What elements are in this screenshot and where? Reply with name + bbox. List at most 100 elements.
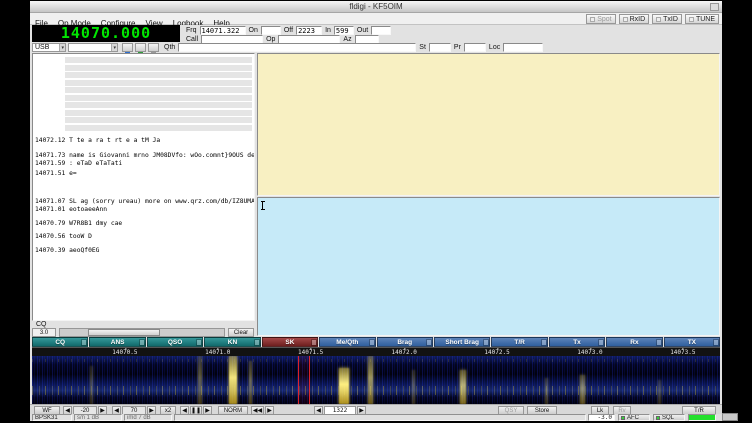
macro-11-rx-button[interactable]: Rx: [606, 337, 662, 347]
macro-2-ans-button[interactable]: ANS: [89, 337, 145, 347]
frequency-panel: 14070.000 Frq14071.322OnOff2223In599Out …: [30, 25, 722, 53]
waterfall-cursor[interactable]: [298, 356, 310, 404]
browser-line[interactable]: 14070.39 aeoQf0EG: [35, 247, 254, 254]
signal-trace: [339, 368, 349, 404]
signal-progress-bar: [688, 414, 716, 421]
browser-squelch-spinner[interactable]: 3.0: [32, 328, 56, 337]
browser-empty-row[interactable]: [65, 80, 252, 86]
signal-trace: [229, 356, 237, 404]
waterfall-display[interactable]: [32, 356, 720, 404]
waterfall-speckle-top: [32, 359, 720, 362]
waterfall-frequency-scale: 14070.514071.014071.514072.014072.514073…: [32, 347, 720, 356]
in-field[interactable]: 599: [334, 26, 354, 35]
out-label: Out: [357, 27, 368, 34]
signal-trace: [90, 366, 93, 404]
macro-3-qso-button[interactable]: QSO: [147, 337, 203, 347]
loc-field[interactable]: [503, 43, 543, 52]
txid-button[interactable]: TxID: [652, 14, 682, 24]
macro-12-tx-button[interactable]: TX: [664, 337, 720, 347]
macro-6-me-qth-button[interactable]: Me/Qth: [319, 337, 375, 347]
out-field[interactable]: [371, 26, 391, 35]
squelch-level-value[interactable]: -3.0: [588, 414, 615, 421]
browser-line[interactable]: 14071.73 name is Giovanni mrno JM08DVfo:…: [35, 152, 254, 159]
scale-mark: 14071.0: [205, 349, 230, 356]
browser-line[interactable]: 14070.79 W7R8B1 dmy cae: [35, 220, 254, 227]
browser-empty-row[interactable]: [65, 95, 252, 101]
rx-text-pane[interactable]: [257, 53, 720, 196]
slider-thumb[interactable]: [88, 329, 160, 336]
scale-mark: 14072.0: [392, 349, 417, 356]
browser-empty-row[interactable]: [65, 110, 252, 116]
signal-trace: [545, 378, 548, 404]
browser-empty-row[interactable]: [65, 102, 252, 108]
tune-label: TUNE: [696, 16, 715, 23]
title-bar[interactable]: fldigi - KF5OIM: [30, 1, 722, 13]
resize-grip[interactable]: [722, 413, 738, 421]
macro-7-brag-button[interactable]: Brag: [377, 337, 433, 347]
off-field[interactable]: 2223: [296, 26, 322, 35]
loc-label: Loc: [489, 44, 500, 51]
spot-label: Spot: [597, 16, 611, 23]
browser-line[interactable]: 14072.12 T te a ra t rt e a tM Ja: [35, 137, 254, 144]
afc-button[interactable]: AFC: [618, 414, 650, 421]
browser-line[interactable]: 14071.51 e=: [35, 170, 254, 177]
mode-status-button[interactable]: BPSK31: [32, 414, 72, 421]
browser-empty-row[interactable]: [65, 72, 252, 78]
pr-field[interactable]: [464, 43, 486, 52]
signal-trace: [658, 380, 661, 404]
scale-mark: 14073.5: [670, 349, 695, 356]
sql-button[interactable]: SQL: [653, 414, 685, 421]
browser-line[interactable]: 14070.56 tooW D: [35, 233, 254, 240]
rxid-button[interactable]: RxID: [619, 14, 650, 24]
macro-5-sk-button[interactable]: SK: [262, 337, 318, 347]
bandwidth-select[interactable]: ▾: [68, 43, 118, 52]
macro-8-short-brag-button[interactable]: Short Brag: [434, 337, 490, 347]
status-message-area: [174, 414, 586, 421]
browser-clear-button[interactable]: Clear: [228, 328, 254, 337]
vfo-frequency-display[interactable]: 14070.000: [32, 25, 180, 42]
macro-bar: CQANSQSOKNSKMe/QthBragShort BragT/RTxRxT…: [32, 337, 720, 347]
tool-button-1[interactable]: [122, 43, 133, 52]
sideband-select[interactable]: USB ▾: [32, 43, 66, 52]
frq-field[interactable]: 14071.322: [200, 26, 246, 35]
spot-button[interactable]: Spot: [586, 14, 615, 24]
signal-trace: [412, 370, 415, 404]
signal-trace: [580, 375, 585, 404]
rxid-label: RxID: [630, 16, 646, 23]
browser-squelch-slider[interactable]: [59, 328, 225, 337]
az-label: Az: [343, 36, 351, 43]
tune-button[interactable]: TUNE: [685, 14, 719, 24]
status-bar: BPSK31 s/n 1 dB imd 7 dB -3.0 AFC SQL: [30, 414, 722, 421]
browser-empty-row[interactable]: [65, 117, 252, 123]
imd-indicator: imd 7 dB: [124, 414, 172, 421]
snr-indicator: s/n 1 dB: [74, 414, 122, 421]
macro-10-tx-button[interactable]: Tx: [549, 337, 605, 347]
desktop: fldigi - KF5OIM FileOp ModeConfigureView…: [0, 0, 752, 423]
macro-4-kn-button[interactable]: KN: [204, 337, 260, 347]
browser-seek-text: CQ: [36, 321, 47, 328]
qth-field[interactable]: [178, 43, 416, 52]
on-label: On: [249, 27, 258, 34]
browser-empty-row[interactable]: [65, 125, 252, 131]
scale-mark: 14072.5: [484, 349, 509, 356]
st-field[interactable]: [429, 43, 451, 52]
macro-9-t-r-button[interactable]: T/R: [491, 337, 547, 347]
tx-text-pane[interactable]: [257, 197, 720, 336]
signal-trace: [368, 356, 373, 404]
signal-trace: [460, 370, 466, 404]
tool-button-3[interactable]: [148, 43, 159, 52]
waterfall-noise: [32, 356, 720, 404]
browser-line[interactable]: 14071.59 : eTaD eTaTati: [35, 160, 254, 167]
rxid-led-icon: [623, 17, 628, 22]
call-label: Call: [186, 36, 198, 43]
browser-empty-row[interactable]: [65, 87, 252, 93]
signal-browser[interactable]: 14072.12 T te a ra t rt e a tM Ja 14071.7…: [32, 53, 255, 321]
on-field[interactable]: [261, 26, 281, 35]
browser-empty-row[interactable]: [65, 65, 252, 71]
browser-line[interactable]: 14071.01 eotoaeeAnn: [35, 206, 254, 213]
window-close-button[interactable]: [710, 3, 719, 11]
browser-line[interactable]: 14071.07 SL ag (sorry ureau) more on www…: [35, 198, 254, 205]
tool-button-2[interactable]: [135, 43, 146, 52]
browser-empty-row[interactable]: [65, 57, 252, 63]
macro-1-cq-button[interactable]: CQ: [32, 337, 88, 347]
